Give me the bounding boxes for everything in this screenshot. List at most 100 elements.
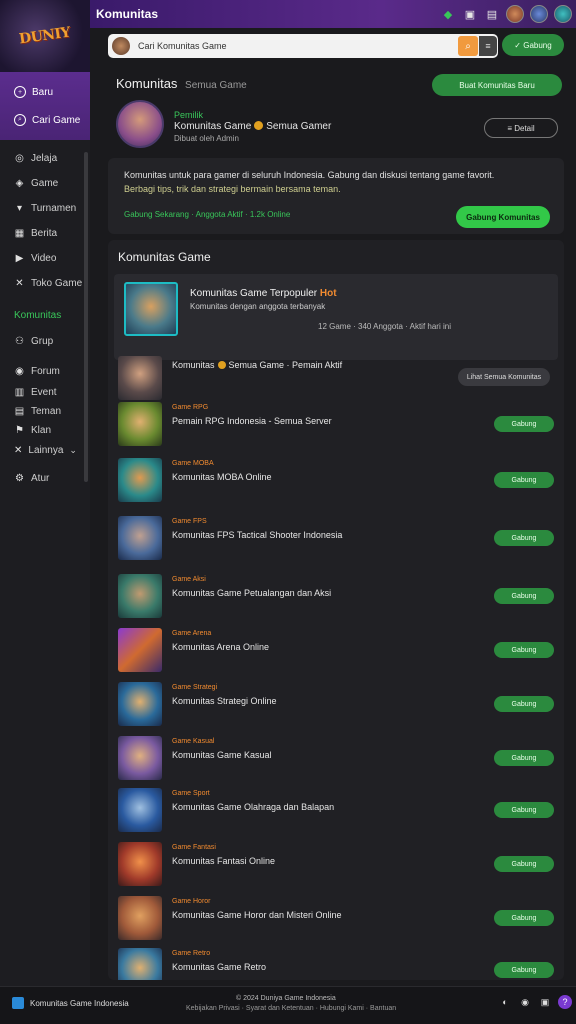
- community-thumbnail[interactable]: [118, 788, 162, 832]
- see-all-button[interactable]: Lihat Semua Komunitas: [458, 368, 550, 386]
- list-item[interactable]: Game Kasual Komunitas Game Kasual Gabung: [118, 736, 558, 784]
- description-text: Komunitas untuk para gamer di seluruh In…: [124, 170, 495, 180]
- join-button[interactable]: Gabung: [494, 750, 554, 766]
- created-by: Dibuat oleh Admin: [174, 134, 239, 143]
- filter-icon[interactable]: ≡: [479, 36, 497, 56]
- search-icon[interactable]: ⌕: [458, 36, 478, 56]
- join-button[interactable]: Gabung: [494, 802, 554, 818]
- sidebar-scrollbar[interactable]: [84, 152, 88, 482]
- chat-icon[interactable]: ▣: [538, 995, 552, 1009]
- calendar-icon[interactable]: ▣: [462, 6, 478, 22]
- community-avatar[interactable]: [116, 100, 164, 148]
- sidebar-active-group: + Baru ⌕ Cari Game: [0, 72, 90, 140]
- diamond-icon[interactable]: ◆: [440, 6, 456, 22]
- description-text-secondary: Berbagi tips, trik dan strategi bermain …: [124, 184, 341, 194]
- list-title: Komunitas Game: [118, 250, 211, 264]
- sidebar-item-forum[interactable]: ◉ Forum: [0, 360, 90, 382]
- sidebar-item-store[interactable]: ✕ Toko Game: [0, 271, 90, 296]
- community-thumbnail[interactable]: [118, 948, 162, 980]
- community-category: Game Strategi: [172, 684, 218, 691]
- avatar[interactable]: [112, 37, 130, 55]
- community-category: Game Arena: [172, 630, 212, 637]
- featured-title: Komunitas Game Terpopuler Hot: [190, 288, 337, 299]
- list-item[interactable]: Komunitas Semua Game · Pemain Aktif Lihat…: [118, 356, 558, 404]
- join-button[interactable]: Gabung: [494, 588, 554, 604]
- footer-copyright: © 2024 Duniya Game Indonesia: [236, 995, 336, 1002]
- help-icon[interactable]: ?: [558, 995, 572, 1009]
- footer-icons: ◐ ◉ ▣ ?: [498, 995, 572, 1009]
- bookmark-icon[interactable]: ▤: [484, 6, 500, 22]
- sidebar-item-tournament[interactable]: ▾ Turnamen: [0, 196, 90, 221]
- list-item[interactable]: Game Horor Komunitas Game Horor dan Mist…: [118, 896, 558, 944]
- top-bar: Komunitas ◆ ▣ ▤: [90, 0, 576, 28]
- community-thumbnail[interactable]: [118, 458, 162, 502]
- avatar[interactable]: [554, 5, 572, 23]
- sidebar-item-event[interactable]: ▥ Event: [0, 382, 90, 402]
- sidebar-item-label: Teman: [31, 405, 62, 417]
- avatar[interactable]: [530, 5, 548, 23]
- sidebar-item-label: Video: [31, 253, 57, 264]
- footer-brand[interactable]: Komunitas Game Indonesia: [12, 997, 129, 1009]
- sidebar-item-label: Event: [31, 386, 57, 398]
- compass-icon: ◎: [15, 153, 24, 164]
- join-button[interactable]: Gabung: [494, 530, 554, 546]
- featured-thumbnail[interactable]: [124, 282, 178, 336]
- community-category: Game Aksi: [172, 576, 206, 583]
- join-button[interactable]: Gabung: [494, 642, 554, 658]
- community-thumbnail[interactable]: [118, 516, 162, 560]
- community-name: Komunitas Fantasi Online: [172, 856, 276, 866]
- join-button[interactable]: Gabung: [494, 910, 554, 926]
- list-item[interactable]: Game Aksi Komunitas Game Petualangan dan…: [118, 574, 558, 622]
- sidebar-item-new[interactable]: + Baru: [0, 78, 90, 106]
- discord-icon[interactable]: ◐: [498, 995, 512, 1009]
- settings-icon: ⚙: [15, 473, 24, 484]
- list-item[interactable]: Game RPG Pemain RPG Indonesia - Semua Se…: [118, 402, 558, 450]
- sidebar-item-settings[interactable]: ⚙ Atur: [0, 466, 90, 491]
- community-thumbnail[interactable]: [118, 736, 162, 780]
- app-logo[interactable]: DUNIY: [0, 0, 90, 72]
- list-item[interactable]: Game Arena Komunitas Arena Online Gabung: [118, 628, 558, 676]
- community-thumbnail[interactable]: [118, 682, 162, 726]
- sidebar-item-label: Baru: [32, 86, 54, 98]
- sidebar-item-explore[interactable]: ◎ Jelaja: [0, 146, 90, 171]
- community-thumbnail[interactable]: [118, 896, 162, 940]
- create-community-button[interactable]: Buat Komunitas Baru: [432, 74, 562, 96]
- community-thumbnail[interactable]: [118, 356, 162, 400]
- join-button[interactable]: Gabung: [494, 472, 554, 488]
- community-list: Komunitas Game Komunitas Game Terpopuler…: [108, 240, 564, 980]
- sidebar-item-more[interactable]: ✕ Lainnya ⌄: [0, 440, 90, 460]
- twitter-icon[interactable]: ◉: [518, 995, 532, 1009]
- search-input[interactable]: Cari Komunitas Game: [138, 41, 227, 51]
- community-thumbnail[interactable]: [118, 842, 162, 886]
- join-button[interactable]: Gabung: [494, 416, 554, 432]
- list-item[interactable]: Game Sport Komunitas Game Olahraga dan B…: [118, 788, 558, 836]
- list-item[interactable]: Game MOBA Komunitas MOBA Online Gabung: [118, 458, 558, 506]
- community-thumbnail[interactable]: [118, 574, 162, 618]
- chevron-down-icon[interactable]: ⌄: [69, 445, 77, 456]
- join-top-button[interactable]: ✓ Gabung: [502, 34, 564, 56]
- list-item[interactable]: Game FPS Komunitas FPS Tactical Shooter …: [118, 516, 558, 564]
- list-item[interactable]: Game Retro Komunitas Game Retro Gabung: [118, 948, 558, 980]
- top-icons: ◆ ▣ ▤: [440, 5, 576, 23]
- sidebar-item-news[interactable]: ▦ Berita: [0, 221, 90, 246]
- community-category: Game MOBA: [172, 460, 214, 467]
- sidebar-item-search-game[interactable]: ⌕ Cari Game: [0, 106, 90, 134]
- join-button[interactable]: Gabung: [494, 696, 554, 712]
- sidebar-item-group[interactable]: ⚇ Grup: [0, 329, 90, 354]
- sidebar-item-label: Atur: [31, 473, 50, 484]
- join-button[interactable]: Gabung: [494, 962, 554, 978]
- sidebar-item-friends[interactable]: ▤ Teman: [0, 402, 90, 420]
- list-item[interactable]: Game Fantasi Komunitas Fantasi Online Ga…: [118, 842, 558, 890]
- join-community-button[interactable]: Gabung Komunitas: [456, 206, 550, 228]
- sidebar-item-clan[interactable]: ⚑ Klan: [0, 420, 90, 440]
- sidebar-item-games[interactable]: ◈ Game: [0, 171, 90, 196]
- detail-button[interactable]: ≡ Detail: [484, 118, 558, 138]
- community-thumbnail[interactable]: [118, 628, 162, 672]
- sidebar-item-video[interactable]: ▶ Video: [0, 246, 90, 271]
- featured-community[interactable]: Komunitas Game Terpopuler Hot Komunitas …: [114, 274, 558, 360]
- list-item[interactable]: Game Strategi Komunitas Strategi Online …: [118, 682, 558, 730]
- community-thumbnail[interactable]: [118, 402, 162, 446]
- join-button[interactable]: Gabung: [494, 856, 554, 872]
- footer-links[interactable]: Kebijakan Privasi · Syarat dan Ketentuan…: [186, 1005, 396, 1012]
- avatar[interactable]: [506, 5, 524, 23]
